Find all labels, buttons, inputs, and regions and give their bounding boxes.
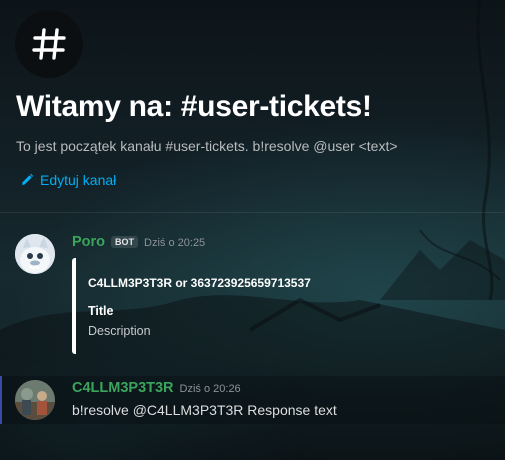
embed-author: C4LLM3P3T3R or 363723925659713537: [88, 276, 311, 290]
message-timestamp: Dziś o 20:26: [179, 383, 241, 395]
hashtag-icon: [32, 28, 66, 60]
edit-channel-link[interactable]: Edytuj kanał: [20, 172, 116, 188]
poro-avatar[interactable]: [15, 234, 55, 274]
edit-channel-label: Edytuj kanał: [40, 172, 117, 188]
author-name[interactable]: C4LLM3P3T3R: [72, 380, 174, 396]
message-item: Poro BOT Dziś o 20:25 C4LLM3P3T3R or 363…: [0, 228, 505, 368]
channel-hashtag-badge: [15, 10, 83, 78]
pencil-icon: [22, 173, 34, 185]
message-embed: C4LLM3P3T3R or 363723925659713537 Title …: [72, 258, 376, 354]
embed-description: Description: [88, 324, 151, 338]
message-header: C4LLM3P3T3R Dziś o 20:26: [72, 380, 241, 396]
bot-tag: BOT: [111, 236, 139, 248]
message-highlight-bar: [0, 376, 2, 424]
embed-title: Title: [88, 304, 114, 318]
message-item: C4LLM3P3T3R Dziś o 20:26 b!resolve @C4LL…: [0, 376, 505, 424]
channel-welcome-title: Witamy na: #user-tickets!: [16, 90, 372, 123]
user-avatar[interactable]: [15, 380, 55, 420]
channel-welcome-subtitle: To jest początek kanału #user-tickets. b…: [16, 138, 398, 154]
divider: [0, 212, 505, 213]
author-name[interactable]: Poro: [72, 234, 105, 250]
message-header: Poro BOT Dziś o 20:25: [72, 234, 205, 250]
message-timestamp: Dziś o 20:25: [144, 237, 206, 249]
message-content: b!resolve @C4LLM3P3T3R Response text: [72, 402, 337, 418]
